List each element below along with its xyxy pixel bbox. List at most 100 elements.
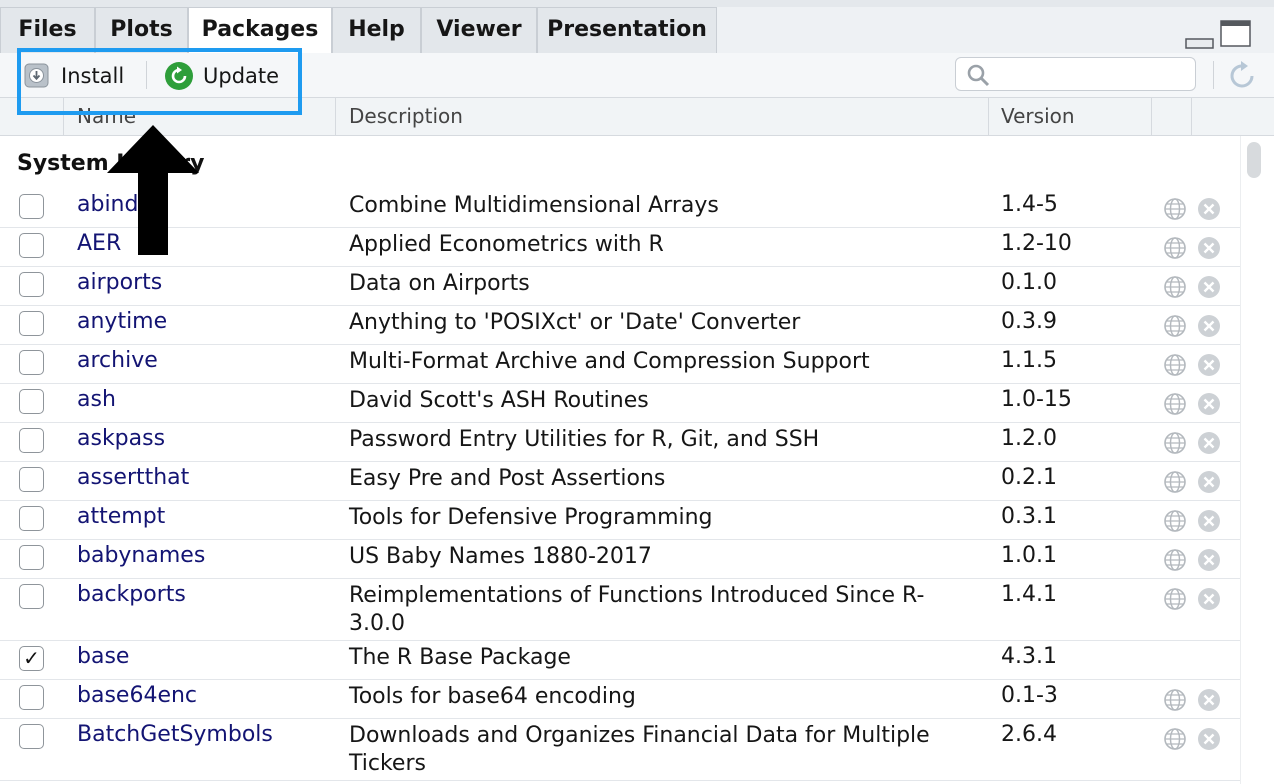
package-load-checkbox[interactable]	[19, 584, 44, 609]
package-website-button[interactable]	[1163, 688, 1187, 716]
tab-help[interactable]: Help	[332, 7, 421, 53]
package-load-checkbox[interactable]	[19, 685, 44, 710]
package-search-box[interactable]	[955, 57, 1196, 91]
globe-icon	[1164, 354, 1186, 376]
package-remove-button[interactable]	[1197, 392, 1221, 420]
package-row: anytime Anything to 'POSIXct' or 'Date' C…	[0, 305, 1240, 345]
package-name-link[interactable]: askpass	[77, 426, 165, 451]
package-version: 1.4.1	[1001, 582, 1057, 607]
remove-x-icon	[1198, 689, 1220, 711]
package-website-button[interactable]	[1163, 392, 1187, 420]
tab-packages[interactable]: Packages	[188, 7, 332, 54]
package-name-link[interactable]: backports	[77, 582, 186, 607]
package-website-button[interactable]	[1163, 353, 1187, 381]
package-load-checkbox[interactable]: ✓	[19, 646, 44, 671]
package-description: Easy Pre and Post Assertions	[349, 466, 666, 491]
package-description: Tools for base64 encoding	[349, 684, 636, 709]
globe-icon	[1164, 471, 1186, 493]
package-website-button[interactable]	[1163, 314, 1187, 342]
tab-plots[interactable]: Plots	[95, 7, 188, 53]
package-description: Applied Econometrics with R	[349, 232, 664, 257]
remove-x-icon	[1198, 198, 1220, 220]
package-name-link[interactable]: attempt	[77, 504, 165, 529]
package-load-checkbox[interactable]	[19, 233, 44, 258]
package-remove-button[interactable]	[1197, 275, 1221, 303]
package-remove-button[interactable]	[1197, 727, 1221, 755]
globe-icon	[1164, 689, 1186, 711]
package-name-link[interactable]: airports	[77, 270, 162, 295]
package-name-link[interactable]: base64enc	[77, 683, 197, 708]
package-description: Tools for Defensive Programming	[349, 505, 713, 530]
package-website-button[interactable]	[1163, 275, 1187, 303]
arrow-up-annotation-icon	[107, 125, 199, 255]
package-version: 2.6.4	[1001, 722, 1057, 747]
package-load-checkbox[interactable]	[19, 545, 44, 570]
package-version: 1.4-5	[1001, 192, 1058, 217]
package-load-checkbox[interactable]	[19, 428, 44, 453]
package-load-checkbox[interactable]	[19, 467, 44, 492]
maximize-icon	[1220, 20, 1251, 47]
search-icon	[967, 64, 990, 87]
tab-presentation[interactable]: Presentation	[537, 7, 717, 53]
package-row: BatchGetSymbols Downloads and Organizes F…	[0, 718, 1240, 781]
highlight-annotation-box	[17, 48, 302, 115]
package-remove-button[interactable]	[1197, 548, 1221, 576]
globe-icon	[1164, 276, 1186, 298]
search-input[interactable]	[996, 62, 1190, 88]
package-load-checkbox[interactable]	[19, 311, 44, 336]
column-header-description[interactable]: Description	[349, 98, 463, 135]
package-description: The R Base Package	[349, 645, 571, 670]
refresh-package-list-button[interactable]	[1227, 60, 1259, 94]
package-row: base64enc Tools for base64 encoding 0.1-3	[0, 679, 1240, 719]
package-row: babynames US Baby Names 1880-2017 1.0.1	[0, 539, 1240, 579]
package-website-button[interactable]	[1163, 197, 1187, 225]
package-website-button[interactable]	[1163, 727, 1187, 755]
globe-icon	[1164, 549, 1186, 571]
package-remove-button[interactable]	[1197, 236, 1221, 264]
package-website-button[interactable]	[1163, 548, 1187, 576]
package-row: airports Data on Airports 0.1.0	[0, 266, 1240, 306]
package-description: Password Entry Utilities for R, Git, and…	[349, 427, 820, 452]
package-website-button[interactable]	[1163, 431, 1187, 459]
package-version: 0.2.1	[1001, 465, 1057, 490]
package-name-link[interactable]: ash	[77, 387, 116, 412]
package-name-link[interactable]: archive	[77, 348, 158, 373]
package-version: 0.3.1	[1001, 504, 1057, 529]
package-remove-button[interactable]	[1197, 470, 1221, 498]
package-remove-button[interactable]	[1197, 587, 1221, 615]
package-version: 1.2-10	[1001, 231, 1072, 256]
package-load-checkbox[interactable]	[19, 506, 44, 531]
package-website-button[interactable]	[1163, 509, 1187, 537]
package-website-button[interactable]	[1163, 236, 1187, 264]
package-load-checkbox[interactable]	[19, 724, 44, 749]
package-load-checkbox[interactable]	[19, 389, 44, 414]
tab-files[interactable]: Files	[0, 7, 95, 53]
package-remove-button[interactable]	[1197, 314, 1221, 342]
maximize-pane-button[interactable]	[1220, 20, 1252, 52]
package-website-button[interactable]	[1163, 470, 1187, 498]
remove-x-icon	[1198, 728, 1220, 750]
package-name-link[interactable]: assertthat	[77, 465, 189, 490]
package-name-link[interactable]: anytime	[77, 309, 167, 334]
package-remove-button[interactable]	[1197, 431, 1221, 459]
package-description: Multi-Format Archive and Compression Sup…	[349, 349, 870, 374]
package-load-checkbox[interactable]	[19, 194, 44, 219]
minimize-pane-button[interactable]	[1185, 35, 1215, 54]
package-website-button[interactable]	[1163, 587, 1187, 615]
package-name-link[interactable]: babynames	[77, 543, 205, 568]
package-remove-button[interactable]	[1197, 197, 1221, 225]
package-remove-button[interactable]	[1197, 688, 1221, 716]
package-remove-button[interactable]	[1197, 353, 1221, 381]
globe-icon	[1164, 315, 1186, 337]
scrollbar-thumb[interactable]	[1247, 142, 1261, 178]
vertical-scrollbar[interactable]	[1240, 136, 1274, 784]
package-load-checkbox[interactable]	[19, 350, 44, 375]
package-load-checkbox[interactable]	[19, 272, 44, 297]
package-remove-button[interactable]	[1197, 509, 1221, 537]
tab-viewer[interactable]: Viewer	[421, 7, 537, 53]
package-name-link[interactable]: BatchGetSymbols	[77, 722, 273, 747]
package-version: 0.3.9	[1001, 309, 1057, 334]
package-name-link[interactable]: base	[77, 644, 129, 669]
package-version: 1.0-15	[1001, 387, 1072, 412]
column-header-version[interactable]: Version	[1001, 98, 1075, 135]
